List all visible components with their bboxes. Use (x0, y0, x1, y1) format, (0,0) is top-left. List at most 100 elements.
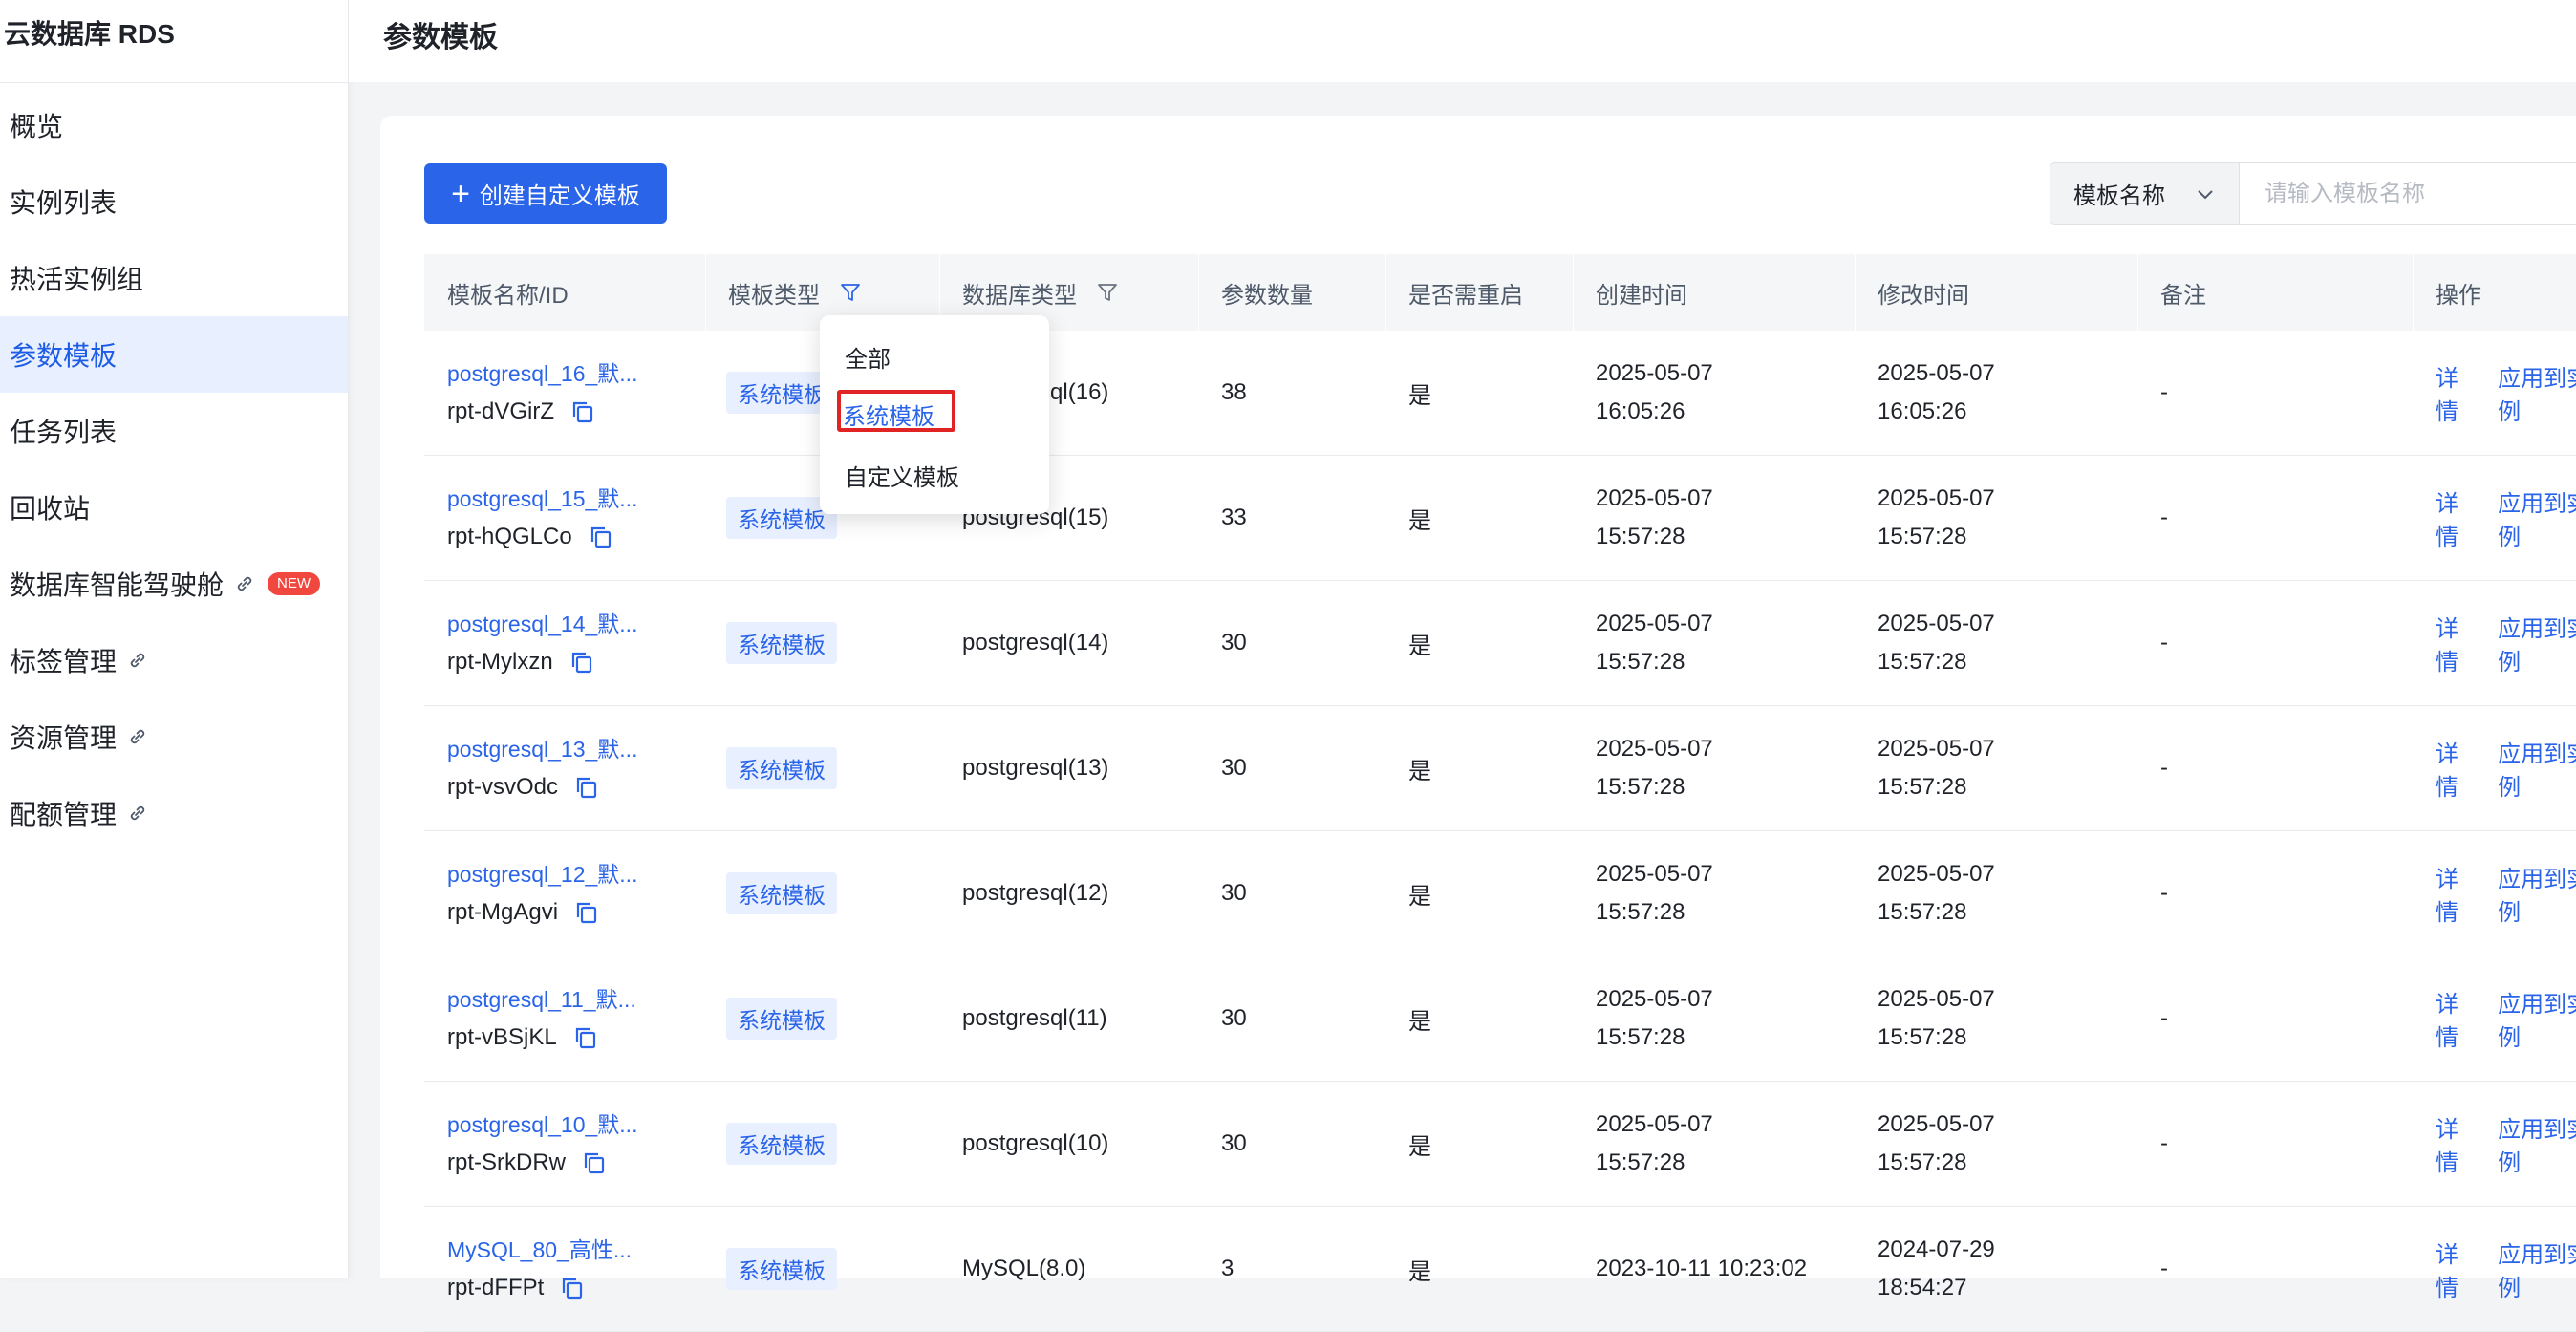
column-divider (705, 254, 706, 331)
db-type: postgresql(11) (962, 1005, 1107, 1031)
created-time-cell: 2023-10-11 10:23:02 (1596, 1207, 1807, 1331)
created-time-cell: 2025-05-07 15:57:28 (1596, 831, 1713, 956)
note-cell: - (2160, 706, 2168, 830)
detail-link[interactable]: 详情 (2436, 985, 2477, 1052)
filter-option-all[interactable]: 全部 (845, 340, 891, 374)
template-name-link[interactable]: postgresql_14_默... (447, 605, 637, 643)
modified-date: 2025-05-07 (1878, 986, 1995, 1012)
db-type: postgresql(10) (962, 1130, 1109, 1156)
apply-to-instance-link[interactable]: 应用到实例 (2498, 985, 2576, 1052)
restart-required: 是 (1408, 507, 1431, 534)
template-id-text: rpt-SrkDRw (447, 1149, 566, 1175)
restart-cell: 是 (1408, 956, 1431, 1081)
apply-to-instance-link[interactable]: 应用到实例 (2498, 860, 2576, 927)
copy-icon[interactable] (559, 1275, 586, 1301)
template-name-link[interactable]: postgresql_15_默... (447, 480, 637, 518)
apply-to-instance-link[interactable]: 应用到实例 (2498, 484, 2576, 551)
copy-icon[interactable] (569, 398, 596, 425)
apply-to-instance-link[interactable]: 应用到实例 (2498, 1235, 2576, 1302)
sidebar-item-label: 配额管理 (10, 800, 118, 829)
sidebar-item[interactable]: 标签管理 (0, 622, 348, 698)
filter-icon[interactable] (1096, 281, 1119, 304)
column-header-label: 参数数量 (1221, 282, 1313, 309)
restart-cell: 是 (1408, 456, 1431, 580)
table-row: postgresql_12_默... rpt-MgAgvi 系统模板 postgres… (424, 831, 2576, 956)
template-type-cell: 系统模板 (726, 581, 837, 705)
note: - (2160, 755, 2168, 781)
template-name-link[interactable]: MySQL_80_高性... (447, 1231, 632, 1269)
modified-time-cell: 2025-05-07 15:57:28 (1878, 581, 1995, 705)
apply-to-instance-link[interactable]: 应用到实例 (2498, 1110, 2576, 1177)
template-name-link[interactable]: postgresql_10_默... (447, 1106, 637, 1144)
name-id-cell: MySQL_80_高性... rpt-dFFPt (447, 1207, 632, 1331)
created-date: 2025-05-07 (1596, 485, 1713, 511)
column-header-label: 数据库类型 (962, 282, 1077, 309)
template-id-text: rpt-dFFPt (447, 1275, 545, 1300)
filter-icon[interactable] (839, 281, 862, 304)
copy-icon[interactable] (573, 774, 600, 801)
table-header: 模板名称/ID 模板类型 数据库类型 参数数量 是否需重启 创建时间 修改时间 备注 操作 (424, 254, 2576, 331)
template-name-link[interactable]: postgresql_16_默... (447, 354, 637, 393)
created-time-cell: 2025-05-07 15:57:28 (1596, 456, 1713, 580)
copy-icon[interactable] (572, 1024, 599, 1051)
detail-link[interactable]: 详情 (2436, 860, 2477, 927)
db-type-cell: MySQL(8.0) (962, 1207, 1085, 1331)
create-template-button[interactable]: + 创建自定义模板 (424, 163, 667, 224)
restart-cell: 是 (1408, 1082, 1431, 1206)
filter-option-system[interactable]: 系统模板 (843, 397, 934, 431)
link-icon (130, 729, 145, 744)
note: - (2160, 379, 2168, 405)
sidebar-item[interactable]: 回收站 (0, 469, 348, 546)
sidebar-item[interactable]: 配额管理 (0, 775, 348, 851)
column-header-label: 修改时间 (1878, 282, 1969, 309)
search-input[interactable] (2240, 162, 2576, 225)
template-id: rpt-vsvOdc (447, 768, 600, 806)
param-count: 33 (1221, 505, 1247, 530)
sidebar-item[interactable]: 任务列表 (0, 393, 348, 469)
template-name-link[interactable]: postgresql_11_默... (447, 980, 636, 1019)
note: - (2160, 880, 2168, 906)
detail-link[interactable]: 详情 (2436, 735, 2477, 802)
sidebar-item[interactable]: 概览 (0, 87, 348, 163)
modified-time: 15:57:28 (1878, 649, 1967, 675)
sidebar-item[interactable]: 资源管理 (0, 698, 348, 775)
search-field-select[interactable]: 模板名称 (2050, 163, 2240, 224)
apply-to-instance-link[interactable]: 应用到实例 (2498, 735, 2576, 802)
created-time: 15:57:28 (1596, 1149, 1685, 1175)
apply-to-instance-link[interactable]: 应用到实例 (2498, 359, 2576, 426)
modified-time-cell: 2024-07-29 18:54:27 (1878, 1207, 1995, 1331)
db-type-cell: postgresql(11) (962, 956, 1107, 1081)
detail-link[interactable]: 详情 (2436, 1235, 2477, 1302)
template-id: rpt-dFFPt (447, 1269, 586, 1307)
sidebar-item[interactable]: 实例列表 (0, 163, 348, 240)
sidebar-item[interactable]: 热活实例组 (0, 240, 348, 316)
detail-link[interactable]: 详情 (2436, 359, 2477, 426)
detail-link[interactable]: 详情 (2436, 1110, 2477, 1177)
restart-cell: 是 (1408, 831, 1431, 956)
restart-cell: 是 (1408, 1207, 1431, 1331)
template-id-text: rpt-vsvOdc (447, 774, 559, 800)
template-type-tag: 系统模板 (726, 747, 837, 789)
column-header-label: 备注 (2160, 282, 2206, 309)
detail-link[interactable]: 详情 (2436, 610, 2477, 677)
column-header-label: 操作 (2436, 282, 2481, 309)
template-name-link[interactable]: postgresql_13_默... (447, 730, 637, 768)
apply-to-instance-link[interactable]: 应用到实例 (2498, 610, 2576, 677)
name-id-cell: postgresql_14_默... rpt-Mylxzn (447, 581, 637, 705)
copy-icon[interactable] (569, 649, 595, 676)
template-name-link[interactable]: postgresql_12_默... (447, 855, 637, 893)
sidebar-item-label: 实例列表 (10, 188, 118, 218)
copy-icon[interactable] (588, 524, 614, 550)
column-header-label: 模板类型 (728, 282, 820, 309)
filter-option-custom[interactable]: 自定义模板 (845, 459, 959, 492)
name-id-cell: postgresql_11_默... rpt-vBSjKL (447, 956, 636, 1081)
detail-link[interactable]: 详情 (2436, 484, 2477, 551)
db-type-cell: postgresql(13) (962, 706, 1108, 830)
copy-icon[interactable] (573, 899, 600, 926)
sidebar-item[interactable]: 数据库智能驾驶舱 NEW (0, 546, 348, 622)
sidebar-item[interactable]: 参数模板 (0, 316, 348, 393)
param-count-cell: 3 (1221, 1207, 1234, 1331)
param-count-cell: 38 (1221, 331, 1247, 455)
actions-cell: 详情应用到实例 (2436, 581, 2576, 705)
copy-icon[interactable] (581, 1149, 608, 1176)
